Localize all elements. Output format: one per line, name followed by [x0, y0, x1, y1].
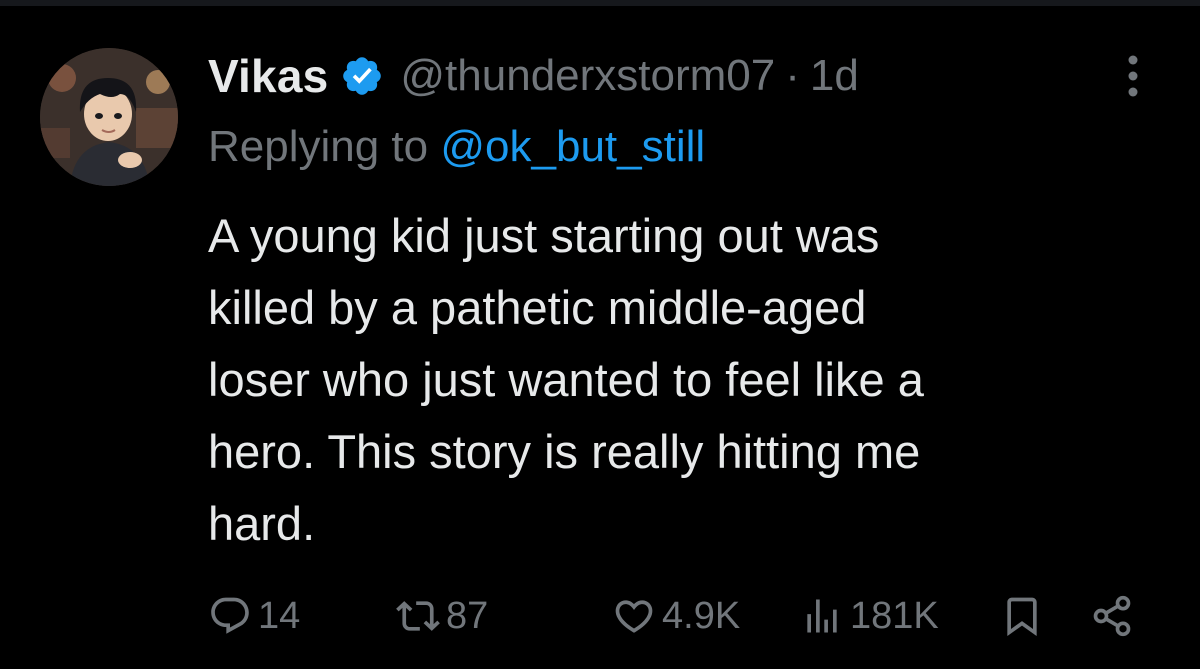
tweet-header: Vikas @thunderxstorm07 · 1d: [208, 46, 859, 106]
timestamp[interactable]: 1d: [810, 51, 859, 101]
more-vertical-icon[interactable]: [1116, 52, 1150, 100]
avatar-illustration: [40, 48, 178, 186]
reply-count: 14: [258, 594, 301, 637]
views-count: 181K: [850, 594, 939, 637]
share-icon: [1093, 595, 1131, 637]
views-bar-chart-icon: [807, 599, 837, 633]
reply-button[interactable]: 14: [208, 586, 300, 646]
retweet-count: 87: [446, 594, 489, 637]
tweet-text-line: A young kid just starting out was: [208, 209, 880, 262]
tweet-text: A young kid just starting out was killed…: [208, 200, 1128, 560]
tweet-text-line: killed by a pathetic middle-aged: [208, 281, 867, 334]
views-button[interactable]: 181K: [800, 586, 939, 646]
like-count: 4.9K: [662, 594, 741, 637]
replying-to: Replying to @ok_but_still: [208, 122, 705, 172]
reply-to-handle-link[interactable]: @ok_but_still: [440, 122, 705, 171]
retweet-button[interactable]: 87: [396, 586, 488, 646]
share-button[interactable]: [1090, 586, 1134, 646]
verified-badge-icon[interactable]: [340, 54, 384, 98]
reply-bubble-icon: [211, 597, 249, 634]
tweet-text-line: hard.: [208, 497, 316, 550]
author-handle[interactable]: @thunderxstorm07: [400, 51, 775, 101]
tweet-text-line: hero. This story is really hitting me: [208, 425, 921, 478]
separator-dot: ·: [785, 51, 800, 100]
tweet-text-line: loser who just wanted to feel like a: [208, 353, 924, 406]
display-name[interactable]: Vikas: [208, 49, 328, 103]
like-button[interactable]: 4.9K: [612, 586, 740, 646]
bookmark-button[interactable]: [1000, 586, 1044, 646]
tweet[interactable]: Vikas @thunderxstorm07 · 1d Replying to …: [0, 0, 1200, 669]
retweet-icon: [396, 601, 440, 631]
heart-icon: [615, 600, 653, 633]
replying-to-label: Replying to: [208, 122, 429, 171]
bookmark-icon: [1007, 597, 1037, 637]
action-bar: 14 87 4.9K 181K: [0, 586, 1200, 646]
avatar[interactable]: [40, 48, 178, 186]
